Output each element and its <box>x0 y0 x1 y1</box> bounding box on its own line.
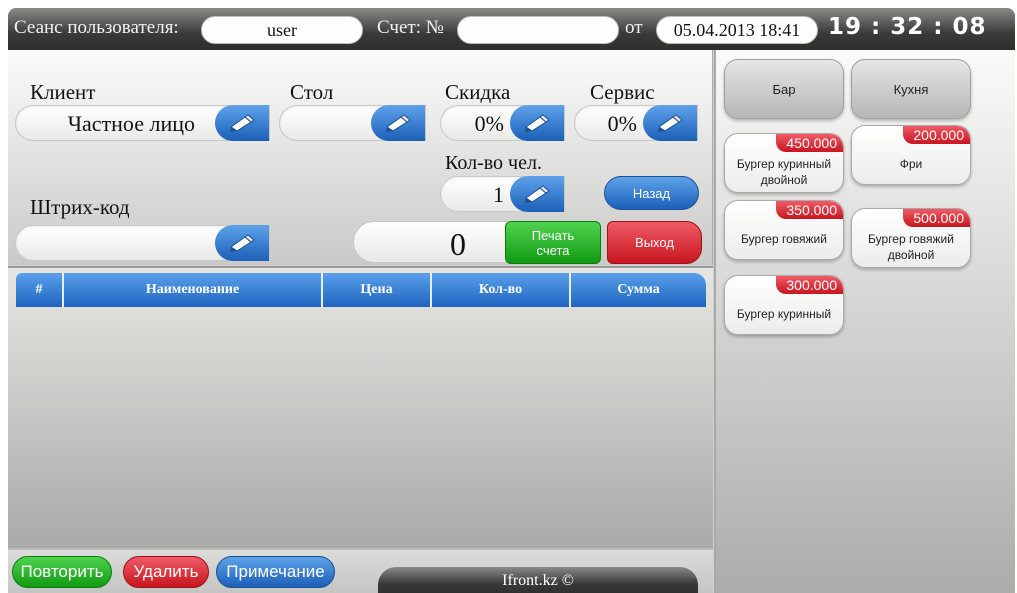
delete-button[interactable]: Удалить <box>123 556 209 588</box>
table-label: Стол <box>290 80 334 104</box>
total-display: 0 <box>353 221 513 263</box>
client-edit-button[interactable] <box>215 105 269 141</box>
total-value: 0 <box>450 226 466 262</box>
people-count-edit-button[interactable] <box>510 176 564 212</box>
invoice-number-field[interactable] <box>457 16 619 44</box>
invoice-datetime-field: 05.04.2013 18:41 <box>656 16 818 44</box>
clock: 19 : 32 : 08 <box>828 14 987 40</box>
exit-button[interactable]: Выход <box>607 221 702 264</box>
people-count-label: Кол-во чел. <box>445 152 542 174</box>
client-label: Клиент <box>30 80 96 104</box>
barcode-field <box>15 225 270 261</box>
pencil-icon <box>525 114 550 132</box>
menu-item-price: 450.000 <box>776 134 843 152</box>
print-invoice-button[interactable]: Печать счета <box>505 221 601 264</box>
menu-item-name: Бургер куринный двойной <box>736 157 832 187</box>
back-button[interactable]: Назад <box>604 176 699 210</box>
menu-item[interactable]: 500.000 Бургер говяжий двойной <box>851 208 971 268</box>
service-value: 0% <box>607 111 637 136</box>
note-button[interactable]: Примечание <box>216 556 335 588</box>
category-kitchen-button[interactable]: Кухня <box>851 59 971 119</box>
column-sum: Сумма <box>571 273 706 307</box>
service-label: Сервис <box>590 80 655 104</box>
menu-item-price: 200.000 <box>903 126 970 144</box>
column-quantity: Кол-во <box>432 273 571 307</box>
menu-item[interactable]: 450.000 Бургер куринный двойной <box>724 133 844 193</box>
footer-credit: Ifront.kz © <box>378 567 698 593</box>
order-form-panel: Клиент Частное лицо Стол Скидка 0% Серви… <box>8 50 713 265</box>
date-label: от <box>625 17 643 38</box>
pencil-icon <box>658 114 683 132</box>
service-edit-button[interactable] <box>643 105 697 141</box>
menu-item[interactable]: 200.000 Фри <box>851 125 971 185</box>
discount-value: 0% <box>474 111 504 136</box>
user-field: user <box>201 16 363 44</box>
menu-item-price: 300.000 <box>776 276 843 294</box>
barcode-edit-button[interactable] <box>215 225 269 261</box>
repeat-button[interactable]: Повторить <box>12 556 112 588</box>
menu-item-name: Бургер говяжий <box>741 232 827 246</box>
column-name: Наименование <box>64 273 323 307</box>
discount-edit-button[interactable] <box>510 105 564 141</box>
table-edit-button[interactable] <box>371 105 425 141</box>
pencil-icon <box>230 114 255 132</box>
session-label: Сеанс пользователя: <box>14 17 179 38</box>
invoice-label: Счет: № <box>377 17 444 38</box>
menu-item-name: Фри <box>899 157 923 171</box>
people-count-field: 1 <box>440 176 565 212</box>
pencil-icon <box>230 234 255 252</box>
menu-item-price: 350.000 <box>776 201 843 219</box>
column-price: Цена <box>323 273 432 307</box>
order-table-panel <box>8 266 713 548</box>
menu-item-name: Бургер куринный <box>736 307 832 321</box>
pencil-icon <box>525 185 550 203</box>
barcode-label: Штрих-код <box>30 195 130 219</box>
discount-field: 0% <box>440 105 565 141</box>
category-bar-button[interactable]: Бар <box>724 59 844 119</box>
pencil-icon <box>386 114 411 132</box>
menu-item-price: 500.000 <box>903 209 970 227</box>
pos-app: Сеанс пользователя: user Счет: № от 05.0… <box>8 8 1015 593</box>
table-field <box>279 105 426 141</box>
discount-label: Скидка <box>445 80 511 104</box>
menu-item-name: Бургер говяжий двойной <box>868 232 954 262</box>
people-count-value: 1 <box>493 182 504 207</box>
order-table-header: # Наименование Цена Кол-во Сумма <box>16 273 706 307</box>
header-bar: Сеанс пользователя: user Счет: № от 05.0… <box>8 8 1015 50</box>
client-value: Частное лицо <box>67 111 195 136</box>
client-field: Частное лицо <box>15 105 270 141</box>
menu-item[interactable]: 350.000 Бургер говяжий <box>724 200 844 260</box>
service-field: 0% <box>574 105 698 141</box>
column-number: # <box>16 273 64 307</box>
menu-item[interactable]: 300.000 Бургер куринный <box>724 275 844 335</box>
